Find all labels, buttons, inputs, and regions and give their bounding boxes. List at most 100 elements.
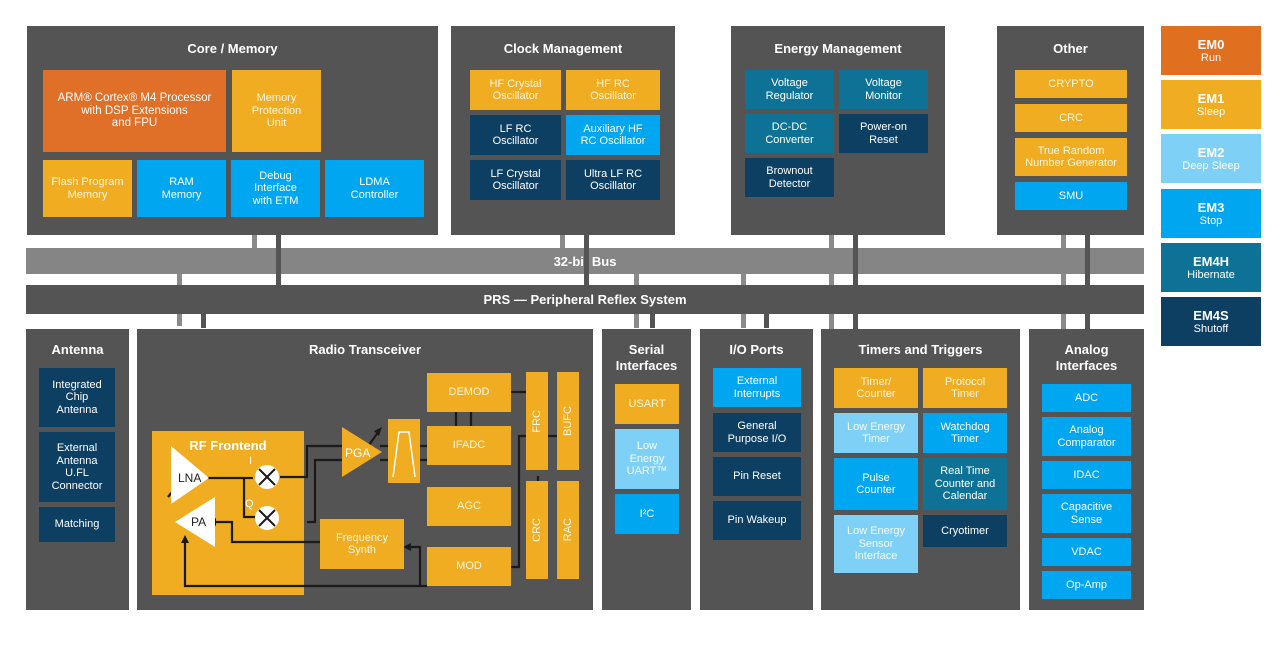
block-voltage-regulator: Voltage Regulator bbox=[745, 70, 834, 109]
block-pin-reset: Pin Reset bbox=[713, 457, 801, 496]
group-title: Analog Interfaces bbox=[1055, 342, 1118, 373]
block-ifadc: IFADC bbox=[427, 426, 511, 465]
block-analog-comparator: Analog Comparator bbox=[1042, 417, 1131, 456]
block-bufc: BUFC bbox=[557, 372, 579, 470]
block-smu: SMU bbox=[1015, 182, 1127, 210]
block-pin-wakeup: Pin Wakeup bbox=[713, 501, 801, 540]
block-cryotimer: Cryotimer bbox=[923, 515, 1007, 547]
bus-prs-label: PRS — Peripheral Reflex System bbox=[483, 292, 687, 307]
energy-prs-link-over bbox=[853, 248, 858, 286]
block-rtcc: Real Time Counter and Calendar bbox=[923, 458, 1007, 510]
group-antenna: Antenna Integrated Chip Antenna External… bbox=[26, 329, 129, 610]
block-external-antenna: External Antenna U.FL Connector bbox=[39, 432, 115, 502]
block-crc-label: CRC bbox=[530, 518, 543, 542]
block-usart: USART bbox=[615, 384, 679, 424]
block-timer-counter: Timer/ Counter bbox=[834, 368, 918, 408]
block-gpio: General Purpose I/O bbox=[713, 413, 801, 452]
block-hf-crystal: HF Crystal Oscillator bbox=[470, 70, 561, 110]
wire-q-to-pga bbox=[307, 458, 342, 524]
block-capacitive-sense: Capacitive Sense bbox=[1042, 494, 1131, 533]
radio-prs-link bbox=[201, 314, 206, 328]
arrowhead-pa-bottom bbox=[181, 535, 189, 543]
block-trng: True Random Number Generator bbox=[1015, 138, 1127, 176]
group-title: Serial Interfaces bbox=[615, 342, 678, 373]
legend-mode: EM0 bbox=[1197, 36, 1225, 52]
block-protocol-timer: Protocol Timer bbox=[923, 368, 1007, 408]
block-ultra-lf-rc: Ultra LF RC Oscillator bbox=[566, 160, 660, 200]
group-clock-management: Clock Management HF Crystal Oscillator H… bbox=[451, 26, 675, 235]
other-prs-link-over bbox=[1085, 248, 1090, 286]
block-pulse-counter: Pulse Counter bbox=[834, 458, 918, 510]
block-idac: IDAC bbox=[1042, 461, 1131, 489]
legend-state: Run bbox=[1200, 51, 1222, 64]
block-adc: ADC bbox=[1042, 384, 1131, 412]
group-other: Other CRYPTO CRC True Random Number Gene… bbox=[997, 26, 1144, 235]
block-mpu: Memory Protection Unit bbox=[232, 70, 321, 152]
block-rac-label: RAC bbox=[561, 518, 574, 542]
group-timers-triggers: Timers and Triggers Timer/ Counter Proto… bbox=[821, 329, 1020, 610]
io-prs-link bbox=[764, 314, 769, 328]
q-label: Q bbox=[245, 498, 254, 510]
group-title: I/O Ports bbox=[729, 342, 784, 357]
block-lesense: Low Energy Sensor Interface bbox=[834, 515, 918, 573]
arrowhead-synth bbox=[403, 543, 411, 551]
block-ldma: LDMA Controller bbox=[325, 160, 424, 217]
group-title: Core / Memory bbox=[187, 41, 278, 56]
block-op-amp: Op-Amp bbox=[1042, 571, 1131, 599]
group-title: Energy Management bbox=[774, 41, 902, 56]
clock-bus-link bbox=[560, 235, 565, 249]
core-prs-link-over bbox=[276, 248, 281, 286]
lna-label: LNA bbox=[178, 471, 201, 485]
block-frequency-synth: Frequency Synth bbox=[320, 519, 404, 569]
block-crc: CRC bbox=[1015, 104, 1127, 132]
block-hf-rc: HF RC Oscillator bbox=[566, 70, 660, 110]
group-title: Clock Management bbox=[503, 41, 623, 56]
block-power-on-reset: Power-on Reset bbox=[839, 114, 928, 153]
legend-mode: EM4H bbox=[1192, 253, 1230, 269]
legend-state: Sleep bbox=[1196, 105, 1226, 118]
legend-state: Hibernate bbox=[1187, 268, 1235, 281]
block-lf-crystal: LF Crystal Oscillator bbox=[470, 160, 561, 200]
block-voltage-monitor: Voltage Monitor bbox=[839, 70, 928, 109]
serial-prs-link bbox=[650, 314, 655, 328]
block-aux-hf-rc: Auxiliary HF RC Oscillator bbox=[566, 115, 660, 155]
legend-em4s: EM4S Shutoff bbox=[1161, 297, 1261, 346]
legend-mode: EM3 bbox=[1197, 199, 1225, 215]
block-crypto: CRYPTO bbox=[1015, 70, 1127, 98]
group-title: Other bbox=[1053, 41, 1088, 56]
legend-state: Deep Sleep bbox=[1182, 159, 1240, 172]
wire-i-to-pga bbox=[280, 444, 342, 479]
block-frc: FRC bbox=[526, 372, 548, 470]
block-frc-label: FRC bbox=[530, 409, 543, 433]
block-vdac: VDAC bbox=[1042, 538, 1131, 566]
legend-state: Shutoff bbox=[1193, 322, 1229, 335]
block-brownout: Brownout Detector bbox=[745, 158, 834, 197]
block-matching: Matching bbox=[39, 507, 115, 542]
legend-state: Stop bbox=[1199, 214, 1223, 227]
block-arm-cortex-m4: ARM® Cortex® M4 Processor with DSP Exten… bbox=[43, 70, 226, 152]
legend-mode: EM2 bbox=[1197, 144, 1225, 160]
block-leuart: Low Energy UART™ bbox=[615, 429, 679, 489]
group-serial-interfaces: Serial Interfaces USART Low Energy UART™… bbox=[602, 329, 691, 610]
wire-mod-to-frc bbox=[511, 434, 527, 569]
group-title: Antenna bbox=[51, 342, 104, 357]
block-i2c: I²C bbox=[615, 494, 679, 534]
clock-prs-link-over bbox=[584, 248, 589, 286]
group-radio-transceiver: Radio Transceiver RF Frontend LNA PA I Q… bbox=[137, 329, 593, 610]
wire-mod-to-synth bbox=[408, 545, 422, 586]
legend-em3: EM3 Stop bbox=[1161, 189, 1261, 238]
block-bufc-label: BUFC bbox=[561, 406, 574, 436]
legend-mode: EM4S bbox=[1193, 307, 1229, 323]
block-letimer: Low Energy Timer bbox=[834, 413, 918, 453]
legend-em1: EM1 Sleep bbox=[1161, 80, 1261, 129]
legend-em0: EM0 Run bbox=[1161, 26, 1261, 75]
legend-mode: EM1 bbox=[1197, 90, 1225, 106]
pga-label: PGA bbox=[345, 446, 370, 460]
legend-em4h: EM4H Hibernate bbox=[1161, 243, 1261, 292]
block-dcdc: DC-DC Converter bbox=[745, 114, 834, 153]
block-debug: Debug Interface with ETM bbox=[231, 160, 320, 217]
group-analog-interfaces: Analog Interfaces ADC Analog Comparator … bbox=[1029, 329, 1144, 610]
block-crc-radio: CRC bbox=[526, 481, 548, 579]
group-energy-management: Energy Management Voltage Regulator Volt… bbox=[731, 26, 945, 235]
core-bus-link bbox=[252, 235, 257, 249]
